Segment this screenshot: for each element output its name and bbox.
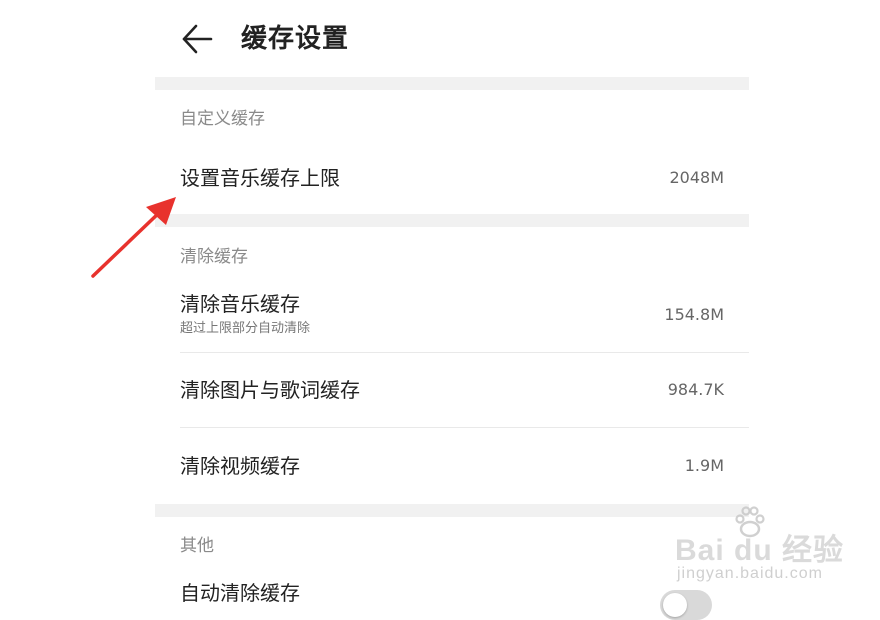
music-cache-limit-row[interactable]: 设置音乐缓存上限 2048M bbox=[155, 146, 749, 206]
clear-image-lyrics-cache-value: 984.7K bbox=[667, 380, 724, 399]
other-card: 其他 自动清除缓存 bbox=[155, 517, 749, 603]
auto-clear-cache-label: 自动清除缓存 bbox=[180, 581, 300, 603]
section-title-custom-cache: 自定义缓存 bbox=[180, 109, 265, 129]
clear-video-cache-row[interactable]: 清除视频缓存 1.9M bbox=[155, 428, 749, 504]
clear-video-cache-label: 清除视频缓存 bbox=[180, 454, 300, 478]
page-title: 缓存设置 bbox=[241, 24, 350, 54]
back-arrow-icon[interactable] bbox=[181, 24, 213, 54]
auto-clear-cache-row[interactable]: 自动清除缓存 bbox=[155, 573, 749, 603]
clear-music-cache-row[interactable]: 清除音乐缓存 超过上限部分自动清除 154.8M bbox=[155, 283, 749, 352]
clear-cache-card: 清除缓存 清除音乐缓存 超过上限部分自动清除 154.8M 清除图片与歌词缓存 … bbox=[155, 227, 749, 504]
app-header: 缓存设置 bbox=[155, 0, 749, 77]
custom-cache-card: 自定义缓存 设置音乐缓存上限 2048M bbox=[155, 90, 749, 214]
clear-music-cache-label: 清除音乐缓存 bbox=[180, 292, 300, 316]
clear-image-lyrics-cache-label: 清除图片与歌词缓存 bbox=[180, 378, 360, 402]
clear-image-lyrics-cache-row[interactable]: 清除图片与歌词缓存 984.7K bbox=[155, 353, 749, 427]
music-cache-limit-value: 2048M bbox=[669, 168, 724, 187]
clear-music-cache-value: 154.8M bbox=[664, 305, 724, 324]
section-title-clear-cache: 清除缓存 bbox=[180, 247, 248, 267]
phone-screen: 缓存设置 自定义缓存 设置音乐缓存上限 2048M 清除缓存 清除音乐缓存 超过… bbox=[155, 0, 749, 603]
toggle-knob bbox=[663, 593, 687, 617]
clear-music-cache-sublabel: 超过上限部分自动清除 bbox=[180, 321, 311, 336]
music-cache-limit-label: 设置音乐缓存上限 bbox=[180, 166, 340, 190]
auto-clear-cache-toggle[interactable] bbox=[660, 590, 712, 620]
clear-video-cache-value: 1.9M bbox=[684, 456, 724, 475]
section-title-other: 其他 bbox=[180, 536, 214, 556]
